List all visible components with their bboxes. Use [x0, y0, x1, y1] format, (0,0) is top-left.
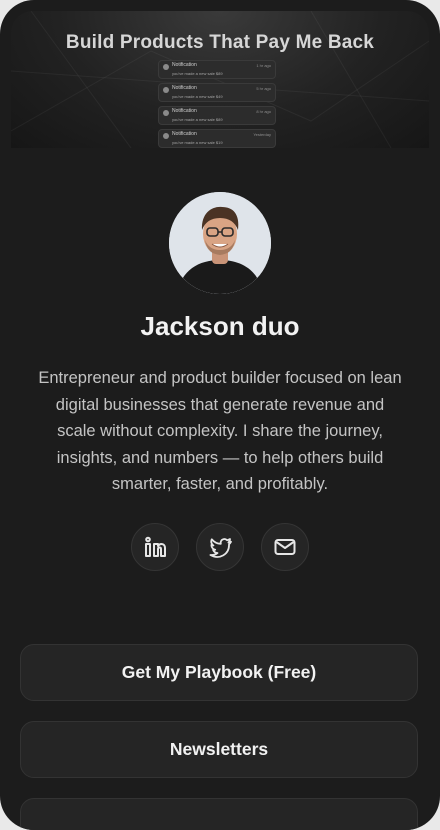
linkedin-icon: [145, 536, 166, 557]
notification-app-icon: [163, 64, 169, 70]
notification-app-icon: [163, 110, 169, 116]
twitter-button[interactable]: [196, 523, 244, 571]
notification-card: Notification 1 hr ago you've made a new …: [158, 60, 276, 79]
notification-title: Notification: [172, 85, 197, 91]
notification-app-icon: [163, 87, 169, 93]
banner-title: Build Products That Pay Me Back: [65, 32, 375, 53]
social-links: [131, 523, 309, 571]
notification-time: 1 hr ago: [256, 63, 271, 68]
twitter-icon: [209, 538, 232, 558]
notification-time: Yesterday: [253, 132, 271, 137]
profile-name: Jackson duo: [140, 311, 300, 341]
profile-bio: Entrepreneur and product builder focused…: [38, 369, 402, 493]
notification-subtitle: you've made a new sale $89: [172, 71, 223, 76]
notification-subtitle: you've made a new sale $89: [172, 117, 223, 122]
link-in-bio-page: Build Products That Pay Me Back Notifica…: [0, 0, 440, 830]
avatar: [169, 192, 271, 294]
link-button[interactable]: [20, 798, 418, 830]
linkedin-button[interactable]: [131, 523, 179, 571]
header-banner: Build Products That Pay Me Back Notifica…: [11, 11, 429, 148]
notification-card: Notification Yesterday you've made a new…: [158, 129, 276, 148]
mail-icon: [274, 539, 296, 555]
notification-title: Notification: [172, 131, 197, 137]
notification-app-icon: [163, 133, 169, 139]
notification-title: Notification: [172, 108, 197, 114]
notification-title: Notification: [172, 62, 197, 68]
notification-card: Notification 5 hr ago you've made a new …: [158, 83, 276, 102]
notification-subtitle: you've made a new sale $49: [172, 94, 223, 99]
notification-subtitle: you've made a new sale $19: [172, 140, 223, 145]
profile-photo: [169, 192, 271, 294]
email-button[interactable]: [261, 523, 309, 571]
notification-time: 8 hr ago: [256, 109, 271, 114]
newsletters-button[interactable]: Newsletters: [20, 721, 418, 778]
get-playbook-button[interactable]: Get My Playbook (Free): [20, 644, 418, 701]
notification-time: 5 hr ago: [256, 86, 271, 91]
notification-card: Notification 8 hr ago you've made a new …: [158, 106, 276, 125]
notification-stack: Notification 1 hr ago you've made a new …: [158, 60, 276, 148]
